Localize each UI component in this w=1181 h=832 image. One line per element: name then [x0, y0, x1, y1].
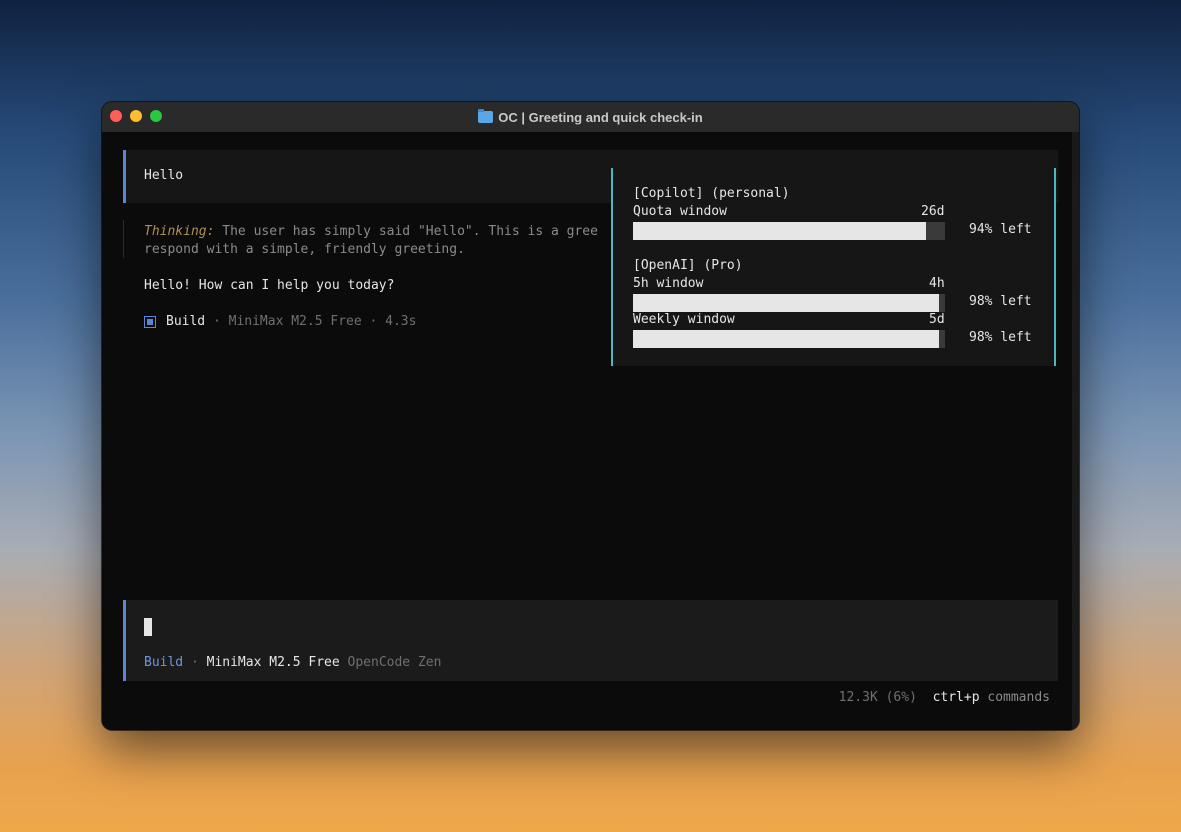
quota-progress-fill	[633, 294, 939, 312]
thinking-text-2: respond with a simple, friendly greeting…	[144, 242, 465, 257]
thinking-block: Thinking: The user has simply said "Hell…	[123, 220, 684, 258]
quota-left-text: 98% left	[969, 330, 1032, 345]
quota-window-label: Weekly window	[633, 312, 735, 327]
user-message-text: Hello	[144, 168, 184, 183]
build-model-meta: · MiniMax M2.5 Free · 4.3s	[205, 314, 417, 329]
build-status: Build · MiniMax M2.5 Free · 4.3s	[144, 314, 416, 329]
terminal-body: Hello Thinking: The user has simply said…	[102, 132, 1072, 726]
quota-window-label: Quota window	[633, 204, 727, 219]
quota-window-remaining: 5d	[929, 312, 945, 327]
quota-window-remaining: 4h	[929, 276, 945, 291]
input-meta: Build · MiniMax M2.5 Free OpenCode Zen	[144, 655, 441, 670]
quota-window-remaining: 26d	[921, 204, 945, 219]
input-separator: ·	[183, 655, 207, 670]
scrollbar-gutter	[1072, 132, 1079, 730]
build-mode-label: Build	[166, 314, 206, 329]
prompt-input[interactable]: Build · MiniMax M2.5 Free OpenCode Zen	[123, 600, 1058, 681]
window-title-container: OC | Greeting and quick check-in	[102, 102, 1079, 132]
folder-icon	[478, 109, 494, 123]
build-square-icon	[144, 316, 156, 328]
token-usage: 12.3K (6%)	[838, 690, 917, 705]
terminal-window: OC | Greeting and quick check-in Hello T…	[102, 102, 1079, 730]
quota-left-text: 94% left	[969, 222, 1032, 237]
commands-shortcut[interactable]: ctrl+p	[933, 690, 980, 705]
thinking-text-1: The user has simply said "Hello". This i…	[214, 224, 598, 239]
input-model-label[interactable]: MiniMax M2.5 Free	[207, 655, 340, 670]
assistant-reply: Hello! How can I help you today?	[144, 278, 395, 293]
input-provider-label: OpenCode Zen	[339, 655, 442, 670]
footer-status: 12.3K (6%) ctrl+p commands	[839, 690, 1050, 705]
input-mode-label[interactable]: Build	[144, 655, 183, 670]
quota-progress-bar	[633, 294, 945, 312]
quota-progress-bar	[633, 330, 945, 348]
quota-section-header: [Copilot] (personal)	[633, 186, 790, 201]
thinking-label: Thinking:	[144, 224, 215, 239]
quota-progress-fill	[633, 330, 939, 348]
commands-label: commands	[979, 690, 1050, 705]
quota-progress-bar	[633, 222, 945, 240]
quota-section-header: [OpenAI] (Pro)	[633, 258, 743, 273]
window-title: OC | Greeting and quick check-in	[498, 109, 703, 125]
quota-left-text: 98% left	[969, 294, 1032, 309]
text-cursor	[144, 618, 152, 636]
quota-panel: [Copilot] (personal) Quota window 26d 94…	[611, 168, 1056, 366]
quota-window-label: 5h window	[633, 276, 704, 291]
quota-progress-fill	[633, 222, 927, 240]
title-bar: OC | Greeting and quick check-in	[102, 102, 1079, 133]
thinking-line-1: Thinking: The user has simply said "Hell…	[144, 224, 598, 239]
